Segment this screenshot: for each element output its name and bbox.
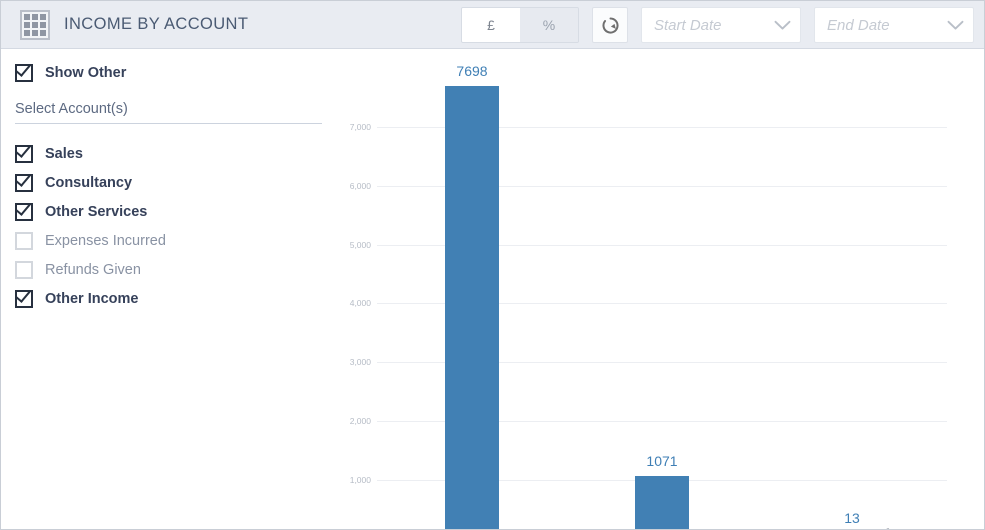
checkbox-icon-checked bbox=[15, 63, 33, 82]
unit-toggle-group: £ % bbox=[461, 7, 579, 43]
y-axis-tick-label: 7,000 bbox=[349, 121, 371, 132]
checkbox-icon-unchecked bbox=[15, 231, 33, 250]
select-accounts-label: Select Account(s) bbox=[15, 101, 322, 124]
end-date-dropdown[interactable]: End Date bbox=[814, 7, 974, 43]
chevron-down-icon bbox=[774, 20, 791, 30]
widget-header: INCOME BY ACCOUNT £ % Start Date End Dat… bbox=[1, 1, 984, 49]
bar[interactable] bbox=[635, 475, 689, 529]
refresh-button[interactable] bbox=[592, 7, 628, 43]
grid-icon bbox=[20, 9, 50, 40]
y-axis-tick-label: 5,000 bbox=[349, 239, 371, 250]
income-by-account-widget: INCOME BY ACCOUNT £ % Start Date End Dat… bbox=[0, 0, 985, 530]
account-checkbox-list: Sales Consultancy Other Services Expenses I… bbox=[1, 139, 341, 313]
currency-toggle-button[interactable]: £ bbox=[462, 8, 520, 42]
checkbox-icon-checked bbox=[15, 289, 33, 308]
checkbox-label: Expenses Incurred bbox=[45, 232, 166, 249]
chevron-down-icon bbox=[947, 20, 964, 30]
checkbox-account-expenses-incurred[interactable]: Expenses Incurred bbox=[1, 226, 341, 255]
bar[interactable] bbox=[445, 85, 499, 529]
x-axis-label: Various Accounts bbox=[830, 524, 892, 529]
checkbox-label: Refunds Given bbox=[45, 261, 141, 278]
y-axis-tick-label: 4,000 bbox=[349, 298, 371, 309]
checkbox-icon-checked bbox=[15, 173, 33, 192]
account-filter-panel: Show Other Select Account(s) Sales Consul… bbox=[1, 49, 341, 529]
checkbox-label: Other Income bbox=[45, 290, 139, 307]
percent-toggle-button[interactable]: % bbox=[520, 8, 578, 42]
page-title: INCOME BY ACCOUNT bbox=[64, 15, 249, 33]
header-toolbar: £ % Start Date End Date bbox=[461, 7, 974, 43]
y-axis-tick-label: 3,000 bbox=[349, 357, 371, 368]
checkbox-label: Other Services bbox=[45, 203, 148, 220]
bar-chart: 01,0002,0003,0004,0005,0006,0007,0007698… bbox=[341, 49, 984, 529]
checkbox-icon-unchecked bbox=[15, 260, 33, 279]
start-date-placeholder: Start Date bbox=[654, 16, 722, 34]
checkbox-icon-checked bbox=[15, 202, 33, 221]
checkbox-account-other-services[interactable]: Other Services bbox=[1, 197, 341, 226]
bar-value-label: 1071 bbox=[646, 452, 678, 469]
plot-area: 01,0002,0003,0004,0005,0006,0007,0007698… bbox=[350, 63, 947, 529]
checkbox-account-refunds-given[interactable]: Refunds Given bbox=[1, 255, 341, 284]
checkbox-show-other[interactable]: Show Other bbox=[1, 58, 341, 87]
checkbox-account-sales[interactable]: Sales bbox=[1, 139, 341, 168]
start-date-dropdown[interactable]: Start Date bbox=[641, 7, 801, 43]
y-axis-tick-label: 6,000 bbox=[349, 180, 371, 191]
checkbox-account-other-income[interactable]: Other Income bbox=[1, 284, 341, 313]
bar-value-label: 7698 bbox=[456, 62, 488, 79]
checkbox-label: Consultancy bbox=[45, 174, 133, 191]
refresh-icon bbox=[602, 16, 619, 33]
checkbox-icon-checked bbox=[15, 144, 33, 163]
y-axis-tick-label: 2,000 bbox=[349, 416, 371, 427]
checkbox-label: Show Other bbox=[45, 64, 127, 81]
end-date-placeholder: End Date bbox=[827, 16, 890, 34]
y-axis-tick-label: 1,000 bbox=[349, 475, 371, 486]
checkbox-label: Sales bbox=[45, 145, 83, 162]
checkbox-account-consultancy[interactable]: Consultancy bbox=[1, 168, 341, 197]
bar-value-label: 13 bbox=[844, 510, 860, 526]
